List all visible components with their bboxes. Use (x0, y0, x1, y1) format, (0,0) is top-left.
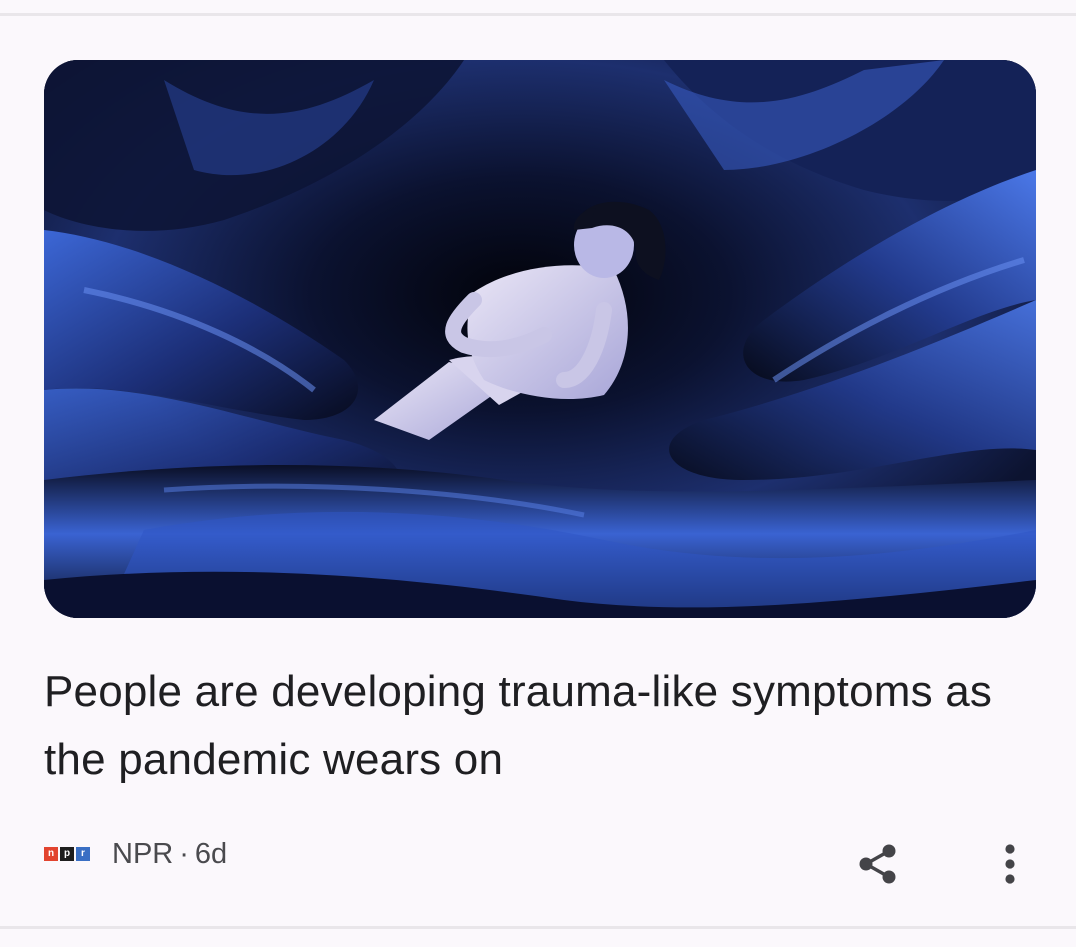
article-age: 6d (194, 837, 228, 870)
article-headline[interactable]: People are developing trauma-like sympto… (44, 658, 1004, 794)
news-card[interactable]: People are developing trauma-like sympto… (0, 16, 1076, 926)
share-icon (859, 844, 896, 884)
share-button[interactable] (848, 834, 908, 894)
bottom-divider (0, 926, 1076, 929)
npr-logo-r: r (76, 847, 90, 861)
more-vert-icon (1005, 844, 1015, 884)
source-name[interactable]: NPR (112, 838, 173, 871)
article-meta: n p r NPR · 6d (44, 832, 227, 876)
article-image[interactable] (44, 60, 1036, 618)
npr-logo-p: p (60, 847, 74, 861)
news-feed: People are developing trauma-like sympto… (0, 0, 1076, 947)
more-options-button[interactable] (982, 834, 1038, 894)
npr-logo-n: n (44, 847, 58, 861)
article-illustration (44, 60, 1036, 618)
npr-logo: n p r (44, 847, 90, 861)
meta-separator: · (179, 837, 189, 870)
